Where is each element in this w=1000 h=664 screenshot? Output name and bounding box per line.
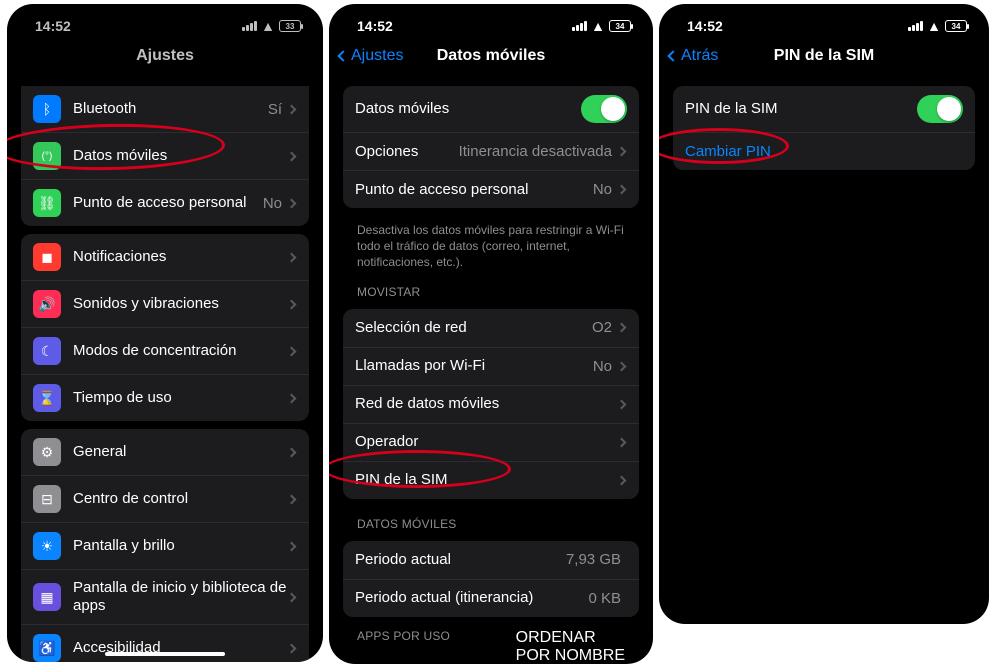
notifications-icon: ◼ — [33, 243, 61, 271]
group-header-data: DATOS MÓVILES — [329, 507, 653, 533]
row-focus[interactable]: ☾ Modos de concentración — [21, 327, 309, 374]
chevron-right-icon — [617, 437, 627, 447]
cellular-icon: (°) — [33, 142, 61, 170]
chevron-right-icon — [287, 198, 297, 208]
row-cellular-data[interactable]: (°) Datos móviles — [21, 132, 309, 179]
chevron-right-icon — [287, 592, 297, 602]
cellular-signal-icon — [908, 21, 923, 31]
chevron-right-icon — [617, 399, 627, 409]
page-title: Ajustes — [7, 47, 323, 65]
status-bar: 14:52 ▲ 34 — [659, 4, 989, 38]
accessibility-icon: ♿ — [33, 634, 61, 662]
general-icon: ⚙ — [33, 438, 61, 466]
change-pin-link[interactable]: Cambiar PIN — [685, 143, 963, 161]
sounds-icon: 🔊 — [33, 290, 61, 318]
row-screentime[interactable]: ⌛ Tiempo de uso — [21, 374, 309, 421]
cellular-group-carrier: Selección de red O2 Llamadas por Wi-Fi N… — [343, 309, 639, 499]
chevron-right-icon — [617, 185, 627, 195]
chevron-right-icon — [617, 147, 627, 157]
row-hotspot[interactable]: Punto de acceso personal No — [343, 170, 639, 208]
settings-group-connectivity: ᛒ Bluetooth Sí (°) Datos móviles ⛓ Punto… — [21, 86, 309, 226]
chevron-right-icon — [617, 323, 627, 333]
row-carrier[interactable]: Operador — [343, 423, 639, 461]
screentime-icon: ⌛ — [33, 384, 61, 412]
row-general[interactable]: ⚙ General — [21, 429, 309, 475]
chevron-right-icon — [287, 643, 297, 653]
chevron-right-icon — [287, 447, 297, 457]
row-bluetooth[interactable]: ᛒ Bluetooth Sí — [21, 86, 309, 132]
cellular-group-main: Datos móviles Opciones Itinerancia desac… — [343, 86, 639, 208]
chevron-right-icon — [287, 151, 297, 161]
settings-group-general: ⚙ General ⊟ Centro de control ☀ Pantalla… — [21, 429, 309, 662]
cellular-group-usage: Periodo actual 7,93 GB Periodo actual (i… — [343, 541, 639, 617]
wifi-icon: ▲ — [927, 18, 941, 34]
clock: 14:52 — [35, 18, 71, 34]
sim-pin-group: PIN de la SIM Cambiar PIN — [673, 86, 975, 170]
row-accessibility[interactable]: ♿ Accesibilidad — [21, 624, 309, 662]
row-control-center[interactable]: ⊟ Centro de control — [21, 475, 309, 522]
nav-bar: Atrás PIN de la SIM — [659, 38, 989, 78]
row-wifi-calling[interactable]: Llamadas por Wi-Fi No — [343, 347, 639, 385]
group-footer: Desactiva los datos móviles para restrin… — [329, 216, 653, 275]
chevron-right-icon — [287, 393, 297, 403]
settings-group-alerts: ◼ Notificaciones 🔊 Sonidos y vibraciones… — [21, 234, 309, 421]
row-notifications[interactable]: ◼ Notificaciones — [21, 234, 309, 280]
status-bar: 14:52 ▲ 33 — [7, 4, 323, 38]
bluetooth-icon: ᛒ — [33, 95, 61, 123]
row-change-pin[interactable]: Cambiar PIN — [673, 132, 975, 170]
cellular-data-screen: 14:52 ▲ 34 Ajustes Datos móviles Datos m… — [329, 4, 653, 664]
wifi-icon: ▲ — [261, 18, 275, 34]
battery-icon: 34 — [609, 20, 631, 32]
back-button[interactable]: Atrás — [669, 47, 718, 65]
cellular-signal-icon — [242, 21, 257, 31]
group-header-apps: APPS POR USO — [357, 629, 450, 643]
clock: 14:52 — [357, 18, 393, 34]
sim-pin-toggle[interactable] — [917, 95, 963, 123]
hotspot-icon: ⛓ — [33, 189, 61, 217]
sort-by-name-link[interactable]: ORDENAR POR NOMBRE — [516, 629, 625, 664]
chevron-right-icon — [287, 346, 297, 356]
row-personal-hotspot[interactable]: ⛓ Punto de acceso personal No — [21, 179, 309, 226]
chevron-right-icon — [617, 361, 627, 371]
row-current-period[interactable]: Periodo actual 7,93 GB — [343, 541, 639, 579]
back-label: Ajustes — [351, 47, 403, 65]
home-indicator[interactable] — [105, 652, 225, 656]
row-display[interactable]: ☀ Pantalla y brillo — [21, 522, 309, 569]
row-sim-pin[interactable]: PIN de la SIM — [343, 461, 639, 499]
row-sounds[interactable]: 🔊 Sonidos y vibraciones — [21, 280, 309, 327]
display-icon: ☀ — [33, 532, 61, 560]
clock: 14:52 — [687, 18, 723, 34]
group-header-carrier: MOVISTAR — [329, 275, 653, 301]
chevron-right-icon — [287, 541, 297, 551]
status-bar: 14:52 ▲ 34 — [329, 4, 653, 38]
chevron-left-icon — [667, 50, 678, 61]
battery-icon: 33 — [279, 20, 301, 32]
back-button[interactable]: Ajustes — [339, 47, 403, 65]
row-home-screen[interactable]: ▦ Pantalla de inicio y biblioteca de app… — [21, 569, 309, 624]
settings-screen: 14:52 ▲ 33 Ajustes ᛒ Bluetooth Sí (°) D — [7, 4, 323, 662]
focus-icon: ☾ — [33, 337, 61, 365]
chevron-right-icon — [287, 299, 297, 309]
nav-bar: Ajustes Datos móviles — [329, 38, 653, 78]
back-label: Atrás — [681, 47, 718, 65]
row-cellular-toggle[interactable]: Datos móviles — [343, 86, 639, 132]
cellular-signal-icon — [572, 21, 587, 31]
wifi-icon: ▲ — [591, 18, 605, 34]
cellular-toggle[interactable] — [581, 95, 627, 123]
chevron-left-icon — [337, 50, 348, 61]
chevron-right-icon — [287, 252, 297, 262]
row-network-selection[interactable]: Selección de red O2 — [343, 309, 639, 347]
control-center-icon: ⊟ — [33, 485, 61, 513]
nav-bar: Ajustes — [7, 38, 323, 78]
row-options[interactable]: Opciones Itinerancia desactivada — [343, 132, 639, 170]
chevron-right-icon — [287, 104, 297, 114]
row-roaming-period[interactable]: Periodo actual (itinerancia) 0 KB — [343, 579, 639, 617]
chevron-right-icon — [287, 494, 297, 504]
battery-icon: 34 — [945, 20, 967, 32]
row-sim-pin-toggle[interactable]: PIN de la SIM — [673, 86, 975, 132]
chevron-right-icon — [617, 475, 627, 485]
row-cellular-network[interactable]: Red de datos móviles — [343, 385, 639, 423]
home-screen-icon: ▦ — [33, 583, 61, 611]
sim-pin-screen: 14:52 ▲ 34 Atrás PIN de la SIM PIN de la… — [659, 4, 989, 624]
